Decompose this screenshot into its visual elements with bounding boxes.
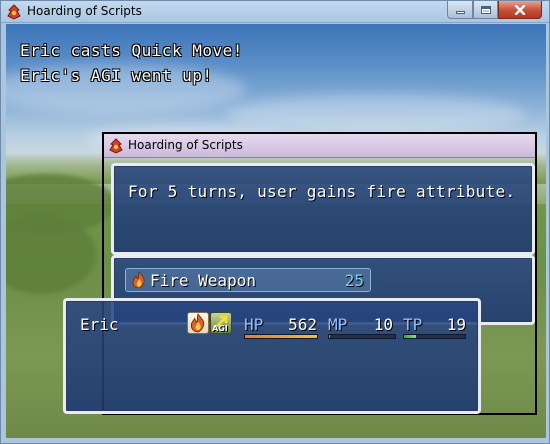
- close-icon: [514, 4, 526, 15]
- help-window: For 5 turns, user gains fire attribute.: [111, 163, 535, 255]
- hp-gauge: [244, 334, 318, 339]
- app-icon: [109, 138, 123, 154]
- mp-label: MP: [328, 315, 348, 334]
- mp-gauge-fill: [329, 335, 331, 338]
- mp-gauge: [328, 334, 396, 339]
- agi-up-icon: AGI: [210, 312, 232, 334]
- status-window: Eric AGI HP 562 MP 10 TP 19: [63, 298, 481, 414]
- close-button[interactable]: [498, 1, 542, 19]
- battle-log: Eric casts Quick Move! Eric's AGI went u…: [20, 38, 520, 88]
- fire-state-icon: [187, 312, 209, 334]
- skill-name: Fire Weapon: [150, 271, 256, 290]
- agi-label: AGI: [212, 324, 228, 333]
- window-title: Hoarding of Scripts: [27, 4, 142, 18]
- minimize-icon: [455, 11, 465, 14]
- inner-window-title: Hoarding of Scripts: [128, 138, 243, 152]
- title-bar[interactable]: Hoarding of Scripts: [1, 1, 549, 23]
- help-text: For 5 turns, user gains fire attribute.: [128, 182, 516, 201]
- tp-value: 19: [446, 315, 466, 334]
- hp-label: HP: [244, 315, 264, 334]
- skill-cost: 25: [344, 271, 364, 290]
- maximize-icon: [480, 5, 491, 14]
- battle-log-line: Eric's AGI went up!: [20, 66, 213, 85]
- maximize-button[interactable]: [473, 1, 498, 19]
- game-window: Hoarding of Scripts Eric casts Quick Mov…: [0, 0, 550, 444]
- app-icon: [7, 4, 21, 20]
- skill-item-fire-weapon[interactable]: Fire Weapon 25: [125, 268, 371, 292]
- cloud: [226, 94, 526, 134]
- fire-icon: [132, 271, 145, 289]
- hp-value: 562: [288, 315, 317, 334]
- battle-log-line: Eric casts Quick Move!: [20, 41, 243, 60]
- minimize-button[interactable]: [447, 1, 473, 19]
- actor-name: Eric: [80, 315, 119, 334]
- tp-gauge-fill: [404, 335, 416, 338]
- mp-value: 10: [373, 315, 393, 334]
- tp-label: TP: [403, 315, 423, 334]
- inner-title-bar[interactable]: Hoarding of Scripts: [104, 134, 535, 158]
- tp-gauge: [403, 334, 466, 339]
- hp-gauge-fill: [245, 335, 317, 338]
